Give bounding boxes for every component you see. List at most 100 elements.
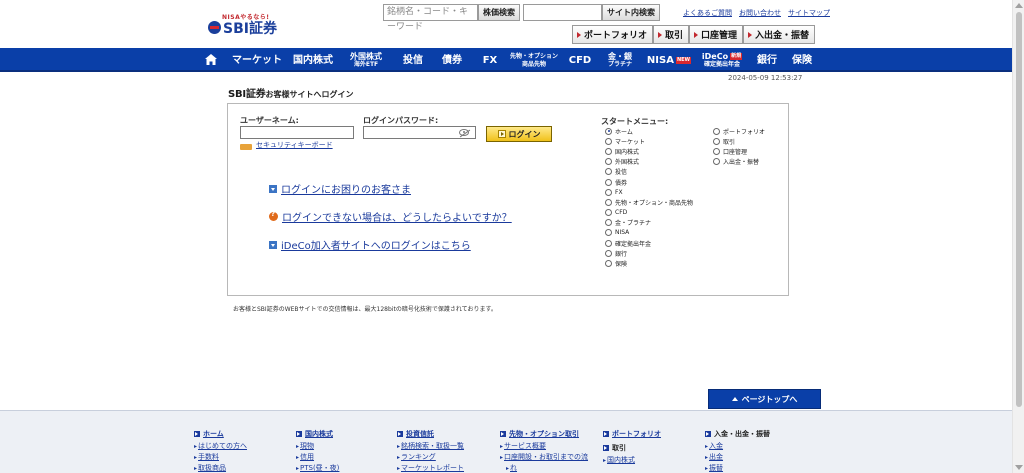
ideco-login-text[interactable]: iDeCo加入者サイトへのログインはこちら — [281, 237, 471, 252]
radio[interactable] — [605, 209, 612, 217]
start-menu-option[interactable]: CFD — [605, 208, 693, 218]
radio[interactable] — [605, 229, 612, 237]
nav-bond[interactable]: 債券 — [440, 48, 464, 72]
footer-heading-link[interactable]: ポートフォリオ — [612, 429, 661, 439]
nav-gold-platinum[interactable]: 金・銀 プラチナ — [602, 48, 638, 72]
radio[interactable] — [605, 137, 612, 145]
footer-link[interactable]: 入金 — [705, 441, 770, 452]
start-menu-option[interactable]: FX — [605, 187, 693, 197]
footer-heading-link[interactable]: 先物・オプション取引 — [509, 429, 579, 439]
start-menu-option[interactable]: 先物・オプション・商品先物 — [605, 197, 693, 207]
footer-link[interactable]: 銘柄検索・取扱一覧 — [397, 441, 464, 452]
radio[interactable] — [605, 178, 612, 186]
security-keyboard[interactable]: セキュリティキーボード — [240, 140, 333, 150]
scroll-down-arrow-icon[interactable] — [1015, 465, 1023, 470]
radio[interactable] — [605, 249, 612, 257]
radio[interactable] — [713, 137, 720, 145]
footer-link[interactable]: 国内株式 — [603, 455, 661, 466]
radio[interactable] — [713, 147, 720, 155]
start-menu-option[interactable]: 金・プラチナ — [605, 218, 693, 228]
start-menu-option[interactable]: 債券 — [605, 177, 693, 187]
quick-nav-deposit[interactable]: 入出金・振替 — [743, 25, 816, 44]
contact-link[interactable]: お問い合わせ — [739, 9, 781, 17]
footer-link[interactable]: ランキング — [397, 452, 464, 463]
scrollbar-thumb[interactable] — [1016, 12, 1022, 407]
start-menu-option[interactable]: 国内株式 — [605, 146, 693, 156]
radio[interactable] — [713, 158, 720, 166]
footer-link[interactable]: マーケットレポート — [397, 463, 464, 473]
footer-link[interactable]: 出金 — [705, 452, 770, 463]
quick-nav-portfolio[interactable]: ポートフォリオ — [572, 25, 654, 44]
start-menu-option[interactable]: 口座管理 — [713, 146, 765, 156]
faq-link[interactable]: よくあるご質問 — [683, 9, 732, 17]
cannot-login-link[interactable]: ログインできない場合は、どうしたらよいですか？ — [269, 209, 512, 224]
security-keyboard-link[interactable]: セキュリティキーボード — [256, 140, 333, 150]
radio[interactable] — [605, 239, 612, 247]
radio[interactable] — [605, 260, 612, 268]
start-menu-option[interactable]: 外国株式 — [605, 157, 693, 167]
footer-link[interactable]: 現物 — [296, 441, 339, 452]
radio[interactable] — [605, 219, 612, 227]
nav-cfd[interactable]: CFD — [566, 48, 594, 72]
password-field[interactable] — [363, 126, 476, 139]
vertical-scrollbar[interactable] — [1012, 0, 1024, 473]
sbi-logo[interactable]: NISAやるなら! SBI証券 — [208, 14, 277, 37]
nav-fx[interactable]: FX — [479, 48, 501, 72]
sitemap-link[interactable]: サイトマップ — [788, 9, 830, 17]
cannot-login-text[interactable]: ログインできない場合は、どうしたらよいですか？ — [282, 209, 512, 224]
start-menu-option[interactable]: 銀行 — [605, 248, 693, 258]
footer-link[interactable]: サービス概要 — [500, 441, 588, 452]
start-menu-option[interactable]: 入出金・振替 — [713, 157, 765, 167]
nav-foreign-stock[interactable]: 外国株式 海外ETF — [345, 48, 387, 72]
nav-futures-options[interactable]: 先物・オプション 商品先物 — [510, 48, 558, 72]
start-menu-option[interactable]: 投信 — [605, 167, 693, 177]
page-top-button[interactable]: ページトップへ — [708, 389, 821, 409]
site-search-input[interactable] — [523, 4, 602, 21]
footer-link[interactable]: 手数料 — [194, 452, 247, 463]
login-button[interactable]: ログイン — [486, 126, 552, 142]
login-help-text[interactable]: ログインにお困りのお客さま — [281, 181, 411, 196]
ideco-login-link[interactable]: iDeCo加入者サイトへのログインはこちら — [269, 237, 471, 252]
radio[interactable] — [605, 158, 612, 166]
nav-ideco[interactable]: iDeCo 新規 確定拠出年金 — [698, 48, 746, 72]
home-icon[interactable] — [205, 54, 217, 65]
nav-insurance[interactable]: 保険 — [789, 48, 815, 72]
quick-nav-account[interactable]: 口座管理 — [689, 25, 744, 44]
nav-bank[interactable]: 銀行 — [753, 48, 781, 72]
radio[interactable] — [713, 127, 720, 135]
start-menu-option[interactable]: 確定拠出年金 — [605, 238, 693, 248]
login-help-link[interactable]: ログインにお困りのお客さま — [269, 181, 411, 196]
show-password-icon[interactable] — [459, 129, 469, 136]
footer-link[interactable]: 取扱商品 — [194, 463, 247, 473]
radio[interactable] — [605, 147, 612, 155]
nav-investment-trust[interactable]: 投信 — [401, 48, 425, 72]
footer-link[interactable]: 口座開設・お取引までの流 — [500, 452, 588, 463]
username-field[interactable] — [240, 126, 354, 139]
radio-selected[interactable] — [605, 127, 612, 135]
nav-nisa[interactable]: NISA NEW — [646, 48, 692, 72]
start-menu-option[interactable]: ポートフォリオ — [713, 126, 765, 136]
scroll-up-arrow-icon[interactable] — [1015, 3, 1023, 8]
footer-link[interactable]: はじめての方へ — [194, 441, 247, 452]
start-menu-option[interactable]: NISA — [605, 228, 693, 238]
start-menu-option[interactable]: マーケット — [605, 136, 693, 146]
quick-nav-trade[interactable]: 取引 — [653, 25, 690, 44]
radio[interactable] — [605, 188, 612, 196]
nav-market[interactable]: マーケット — [232, 48, 282, 72]
nav-domestic-stock[interactable]: 国内株式 — [292, 48, 334, 72]
radio[interactable] — [605, 198, 612, 206]
start-menu-option[interactable]: 保険 — [605, 258, 693, 268]
stock-search-button[interactable]: 株価検索 — [478, 4, 520, 21]
footer-link[interactable]: 振替 — [705, 463, 770, 473]
footer-link[interactable]: 信用 — [296, 452, 339, 463]
site-search-button[interactable]: サイト内検索 — [602, 4, 660, 21]
footer-heading-link[interactable]: ホーム — [203, 429, 224, 439]
footer-heading-link[interactable]: 国内株式 — [305, 429, 333, 439]
footer-link[interactable]: PTS(昼・夜) — [296, 463, 339, 473]
start-menu-option[interactable]: 取引 — [713, 136, 765, 146]
footer-heading-link[interactable]: 投資信託 — [406, 429, 434, 439]
footer-link[interactable]: れ — [500, 463, 588, 473]
radio[interactable] — [605, 168, 612, 176]
start-menu-option[interactable]: ホーム — [605, 126, 693, 136]
stock-search-input[interactable]: 銘柄名・コード・キーワード — [383, 4, 478, 32]
